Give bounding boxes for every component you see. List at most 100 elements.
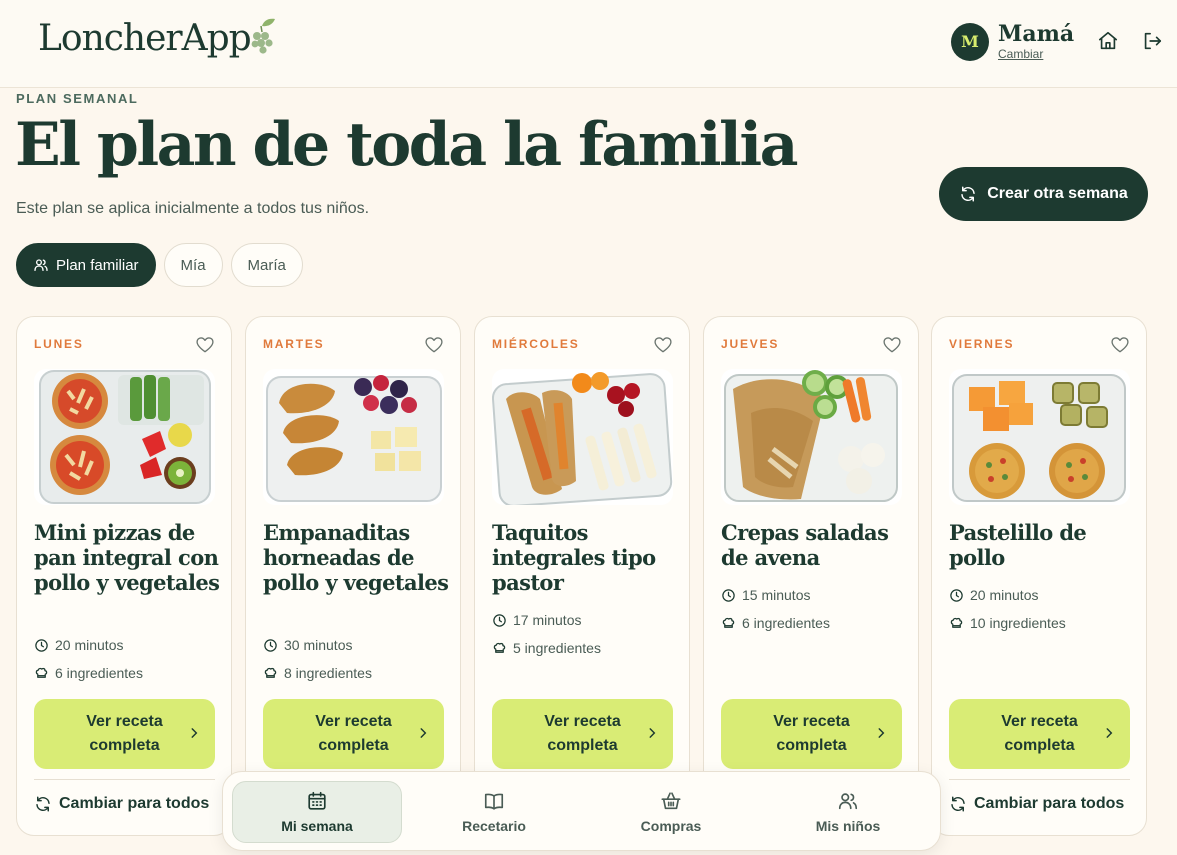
nav-mis-ninos[interactable]: Mis niños [763,781,933,843]
chevron-right-icon [649,728,656,738]
users-icon [34,259,48,271]
recipe-ingredients: 5 ingredientes [492,640,601,656]
day-label: JUEVES [721,337,780,351]
day-label: VIERNES [949,337,1015,351]
nav-mi-semana[interactable]: Mi semana [232,781,402,843]
ingredients-text: 6 ingredientes [742,615,830,631]
view-recipe-label: Ver receta completa [544,713,621,754]
view-recipe-button[interactable]: Ver receta completa [721,699,902,769]
ingredients-text: 8 ingredientes [284,665,372,681]
day-card-viernes: VIERNES Pastelillo de pollo 20 minutos 1… [931,316,1147,836]
clock-icon [722,588,735,602]
view-recipe-button[interactable]: Ver receta completa [34,699,215,769]
recipe-title: Taquitos integrales tipo pastor [492,520,656,595]
book-icon [484,793,504,810]
day-card-martes: MARTES Empanaditas horneadas de pollo y … [245,316,461,836]
refresh-icon [36,796,50,812]
nav-label: Recetario [462,818,526,834]
page-title: El plan de toda la familia [15,110,799,180]
recipe-photo [492,369,673,505]
divider [34,779,215,780]
users-icon [838,793,858,810]
swap-for-all-button[interactable]: Cambiar para todos [34,795,209,813]
chevron-right-icon [878,728,885,738]
nav-label: Compras [640,818,702,834]
swap-label: Cambiar para todos [974,795,1125,812]
chip-plan-familiar[interactable]: Plan familiar [16,243,156,287]
heart-icon[interactable] [424,335,444,355]
clock-icon [950,588,963,602]
user-profile: M Mamá Cambiar [951,22,1074,61]
nav-compras[interactable]: Compras [586,781,756,843]
chef-hat-icon [264,667,277,678]
recipe-photo [721,369,902,505]
view-recipe-label: Ver receta completa [315,713,392,754]
top-bar: LoncherApp M Mamá Cambiar [0,0,1177,88]
avatar[interactable]: M [951,22,989,61]
nav-label: Mi semana [281,818,353,834]
day-card-jueves: JUEVES Crepas saladas de avena 15 minuto… [703,316,919,836]
ingredients-text: 6 ingredientes [55,665,143,681]
page-subtitle: Este plan se aplica inicialmente a todos… [16,200,370,217]
time-text: 17 minutos [513,612,582,628]
chip-mia[interactable]: Mía [163,243,223,287]
nav-recetario[interactable]: Recetario [409,781,579,843]
view-recipe-button[interactable]: Ver receta completa [492,699,673,769]
time-text: 20 minutos [970,587,1039,603]
child-filter-chips: Plan familiar Mía María [16,243,311,287]
nav-label: Mis niños [815,818,881,834]
refresh-icon [951,796,965,812]
recipe-time: 30 minutos [263,637,352,653]
view-recipe-button[interactable]: Ver receta completa [949,699,1130,769]
chef-hat-icon [35,667,48,678]
bottom-navigation: Mi semana Recetario Compras Mis niños [222,771,941,851]
recipe-ingredients: 8 ingredientes [263,665,372,681]
chip-label: María [247,256,286,274]
app-logo[interactable]: LoncherApp [38,18,277,60]
recipe-title: Pastelillo de pollo [949,520,1087,570]
recipe-title: Empanaditas horneadas de pollo y vegetal… [263,520,449,595]
create-week-button[interactable]: Crear otra semana [939,167,1148,221]
home-icon[interactable] [1097,30,1119,52]
user-name: Mamá [998,21,1075,47]
chevron-right-icon [1106,728,1113,738]
recipe-title: Mini pizzas de pan integral con pollo y … [34,520,220,595]
recipe-photo [34,369,215,505]
chef-hat-icon [722,617,735,628]
basket-icon [661,792,681,810]
recipe-ingredients: 10 ingredientes [949,615,1066,631]
chip-label: Plan familiar [56,256,139,274]
recipe-ingredients: 6 ingredientes [721,615,830,631]
clock-icon [264,638,277,652]
day-card-miercoles: MIÉRCOLES Taquitos integrales tipo pasto… [474,316,690,836]
grapes-icon [251,18,275,54]
time-text: 15 minutos [742,587,811,603]
view-recipe-button[interactable]: Ver receta completa [263,699,444,769]
chef-hat-icon [950,617,963,628]
day-label: LUNES [34,337,84,351]
recipe-time: 15 minutos [721,587,810,603]
swap-label: Cambiar para todos [59,795,210,812]
logo-text: LoncherApp [38,18,252,59]
heart-icon[interactable] [1110,335,1130,355]
logout-icon[interactable] [1141,30,1163,52]
section-eyebrow: PLAN SEMANAL [16,91,139,106]
recipe-photo [949,369,1130,505]
chevron-right-icon [420,728,427,738]
view-recipe-label: Ver receta completa [773,713,850,754]
calendar-icon [308,791,326,810]
switch-user-link[interactable]: Cambiar [998,47,1074,61]
heart-icon[interactable] [195,335,215,355]
ingredients-text: 10 ingredientes [970,615,1066,631]
divider [949,779,1130,780]
clock-icon [35,638,48,652]
ingredients-text: 5 ingredientes [513,640,601,656]
swap-for-all-button[interactable]: Cambiar para todos [949,795,1124,813]
day-label: MARTES [263,337,325,351]
recipe-photo [263,369,444,505]
day-card-lunes: LUNES Mini pizzas de pan integral con po… [16,316,232,836]
heart-icon[interactable] [882,335,902,355]
recipe-ingredients: 6 ingredientes [34,665,143,681]
heart-icon[interactable] [653,335,673,355]
chip-maria[interactable]: María [230,243,303,287]
